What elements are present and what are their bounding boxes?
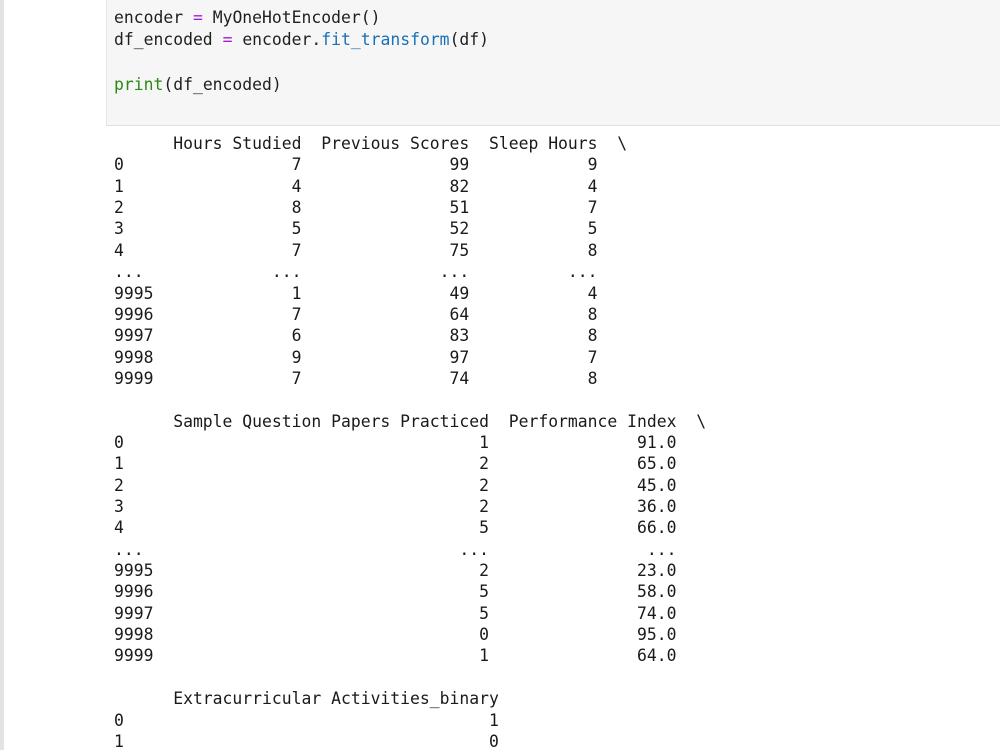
output-line: 3 2 36.0 bbox=[114, 497, 707, 516]
output-line: 9996 5 58.0 bbox=[114, 582, 707, 602]
output-line: 9995 1 49 4 bbox=[114, 283, 628, 303]
code-token: df_encoded bbox=[114, 30, 213, 49]
output-line: 9995 2 23.0 bbox=[114, 561, 707, 580]
code-token: encoder. bbox=[242, 30, 322, 49]
output-line: 2 8 51 7 bbox=[114, 198, 628, 218]
output-line: 1 2 65.0 bbox=[114, 454, 707, 474]
output-line: 1 4 82 4 bbox=[114, 176, 628, 196]
code-token: MyOneHotEncoder() bbox=[212, 8, 381, 27]
code-builtin: print bbox=[114, 75, 164, 94]
output-line: 9999 7 74 8 bbox=[114, 368, 628, 388]
output-line: 1 0 bbox=[114, 731, 519, 751]
output-line: 4 7 75 8 bbox=[114, 240, 628, 260]
output-line: Extracurricular Activities_binary bbox=[114, 689, 519, 709]
output-line: 2 2 45.0 bbox=[114, 475, 707, 495]
output-line: Hours Studied Previous Scores Sleep Hour… bbox=[114, 134, 628, 153]
output-line: 9998 0 95.0 bbox=[114, 625, 707, 644]
code-line-3[interactable]: print(df_encoded) bbox=[114, 74, 282, 96]
code-token: (df_encoded) bbox=[163, 75, 282, 94]
code-token: encoder bbox=[114, 8, 184, 27]
output-line: Sample Question Papers Practiced Perform… bbox=[114, 411, 707, 431]
output-line: 9996 7 64 8 bbox=[114, 304, 628, 324]
output-line: 4 5 66.0 bbox=[114, 518, 707, 538]
output-line: 3 5 52 5 bbox=[114, 219, 628, 239]
code-method: fit_transform bbox=[321, 30, 450, 49]
output-line: 9999 1 64.0 bbox=[114, 646, 707, 666]
output-line: 9998 9 97 7 bbox=[114, 347, 628, 367]
output-line: ... ... ... bbox=[114, 539, 707, 559]
notebook-gutter bbox=[0, 0, 4, 750]
code-operator: = bbox=[192, 8, 203, 27]
output-line: 0 7 99 9 bbox=[114, 155, 628, 175]
output-line: 0 1 bbox=[114, 710, 519, 730]
output-line: 9997 5 74.0 bbox=[114, 603, 707, 623]
output-line: ... ... ... ... bbox=[114, 262, 628, 282]
code-line-2[interactable]: df_encoded = encoder.fit_transform(df) bbox=[114, 29, 489, 51]
code-line-1[interactable]: encoder = MyOneHotEncoder() bbox=[114, 7, 380, 29]
code-token: (df) bbox=[449, 30, 490, 49]
output-line: 0 1 91.0 bbox=[114, 432, 707, 452]
output-line: 9997 6 83 8 bbox=[114, 326, 628, 346]
code-operator: = bbox=[222, 30, 233, 49]
